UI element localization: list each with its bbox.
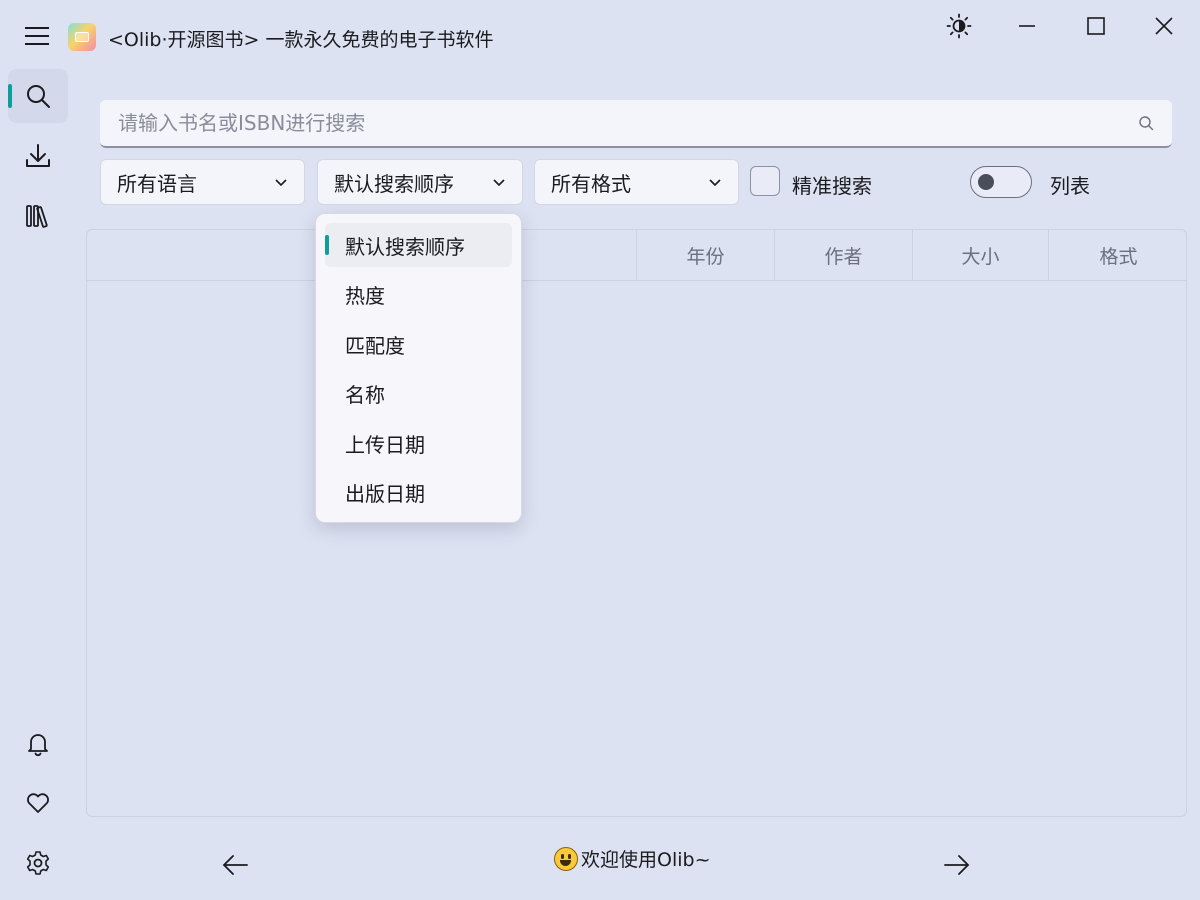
sidebar-item-downloads[interactable] xyxy=(8,129,68,183)
chevron-down-icon xyxy=(709,179,721,187)
maximize-icon xyxy=(1087,17,1105,35)
maximize-button[interactable] xyxy=(1068,6,1124,46)
next-page-button[interactable] xyxy=(935,848,979,882)
close-button[interactable] xyxy=(1136,6,1192,46)
bell-icon xyxy=(28,734,48,757)
sidebar-item-favorites[interactable] xyxy=(8,776,68,830)
grinning-face-icon xyxy=(554,846,578,871)
heart-icon xyxy=(27,793,49,813)
download-icon xyxy=(26,144,50,167)
sort-option-relevance[interactable]: 匹配度 xyxy=(325,322,512,366)
column-header-format[interactable]: 格式 xyxy=(1048,230,1186,280)
search-bar xyxy=(100,100,1172,148)
language-dropdown[interactable]: 所有语言 xyxy=(100,159,305,205)
sort-dropdown-value: 默认搜索顺序 xyxy=(334,171,454,196)
previous-page-button[interactable] xyxy=(213,848,257,882)
hamburger-menu-button[interactable] xyxy=(18,20,56,52)
sort-option-upload-date[interactable]: 上传日期 xyxy=(325,421,512,465)
chevron-down-icon xyxy=(275,179,287,187)
minimize-button[interactable] xyxy=(999,6,1055,46)
column-header-year[interactable]: 年份 xyxy=(636,230,774,280)
sidebar-item-search[interactable] xyxy=(8,69,68,123)
hamburger-icon xyxy=(25,27,49,45)
sort-option-publish-date[interactable]: 出版日期 xyxy=(325,471,512,515)
sidebar-active-indicator xyxy=(8,84,12,108)
arrow-left-icon xyxy=(223,855,248,875)
minimize-icon xyxy=(1019,25,1035,27)
column-header-size[interactable]: 大小 xyxy=(912,230,1048,280)
theme-toggle-button[interactable] xyxy=(931,6,987,46)
brightness-icon xyxy=(946,13,972,39)
chevron-down-icon xyxy=(493,179,505,187)
exact-search-label: 精准搜索 xyxy=(792,174,872,198)
list-view-toggle[interactable] xyxy=(970,166,1032,198)
arrow-right-icon xyxy=(944,855,969,875)
exact-search-checkbox[interactable] xyxy=(750,166,780,196)
welcome-message: 欢迎使用Olib~ xyxy=(554,845,711,872)
sort-options-menu: 默认搜索顺序 热度 匹配度 名称 上传日期 出版日期 xyxy=(315,213,522,523)
column-header-author[interactable]: 作者 xyxy=(774,230,912,280)
sidebar-item-library[interactable] xyxy=(8,189,68,243)
language-dropdown-value: 所有语言 xyxy=(117,171,197,196)
format-dropdown[interactable]: 所有格式 xyxy=(534,159,739,205)
list-view-label: 列表 xyxy=(1050,174,1090,198)
app-logo xyxy=(68,23,96,51)
sort-dropdown[interactable]: 默认搜索顺序 xyxy=(317,159,523,205)
search-icon[interactable] xyxy=(1138,115,1154,131)
table-header: 年份 作者 大小 格式 xyxy=(87,230,1186,281)
close-icon xyxy=(1155,17,1173,35)
sort-option-default[interactable]: 默认搜索顺序 xyxy=(325,223,512,267)
search-icon xyxy=(27,85,50,108)
sort-option-name[interactable]: 名称 xyxy=(325,372,512,416)
gear-icon xyxy=(26,851,50,875)
sort-option-popularity[interactable]: 热度 xyxy=(325,273,512,317)
sidebar-item-notifications[interactable] xyxy=(8,717,68,771)
search-input[interactable] xyxy=(118,111,1138,135)
sidebar-item-settings[interactable] xyxy=(8,836,68,890)
format-dropdown-value: 所有格式 xyxy=(551,171,631,196)
results-table: 年份 作者 大小 格式 xyxy=(86,229,1187,817)
library-icon xyxy=(26,205,48,228)
window-title: <Olib·开源图书> 一款永久免费的电子书软件 xyxy=(108,29,494,51)
welcome-text: 欢迎使用Olib~ xyxy=(581,849,711,871)
